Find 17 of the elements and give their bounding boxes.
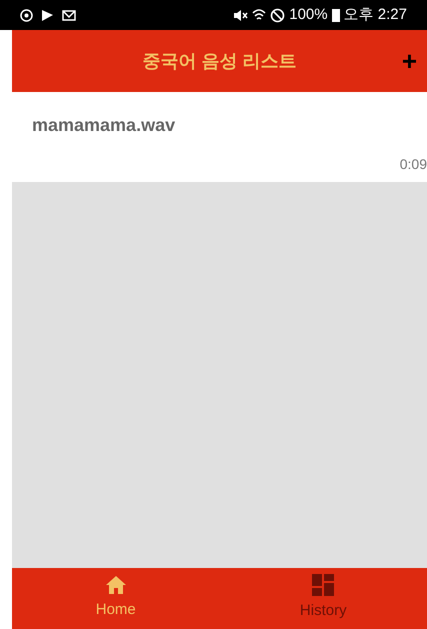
clock: 오후 2:27 bbox=[344, 4, 407, 25]
home-icon bbox=[104, 575, 127, 596]
nav-tab[interactable]: Home bbox=[12, 568, 220, 629]
file-duration: 0:09 bbox=[400, 155, 427, 174]
file-name: mamamama.wav bbox=[32, 114, 176, 137]
add-button[interactable]: + bbox=[402, 48, 417, 74]
mail-icon bbox=[62, 10, 76, 20]
dashboard-icon bbox=[312, 574, 334, 596]
mute-icon bbox=[233, 8, 248, 22]
app-title: 중국어 음성 리스트 bbox=[142, 50, 296, 72]
status-icon bbox=[20, 8, 33, 22]
battery-percent: 100% bbox=[289, 4, 328, 25]
wifi-icon bbox=[252, 8, 266, 22]
battery-icon bbox=[332, 8, 340, 22]
flag-icon bbox=[41, 8, 54, 22]
blocked-icon bbox=[270, 8, 286, 22]
nav-tab[interactable]: History bbox=[220, 568, 427, 629]
